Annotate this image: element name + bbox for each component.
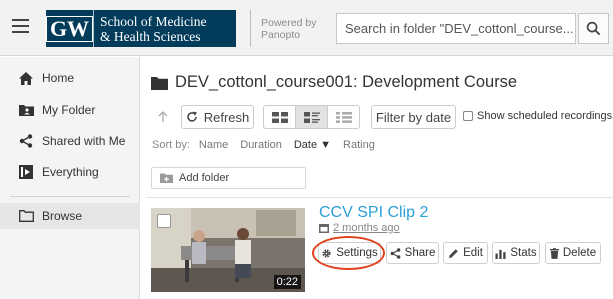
sort-label: Sort by: (152, 139, 190, 151)
session-thumbnail[interactable]: 0:22 (151, 208, 305, 292)
sidebar-item-everything[interactable]: Everything (0, 159, 140, 185)
add-folder-icon (160, 173, 173, 183)
session-select-checkbox[interactable] (157, 214, 171, 228)
calendar-icon (319, 223, 329, 233)
share-icon (18, 133, 34, 149)
sidebar-item-browse[interactable]: Browse (0, 203, 140, 229)
view-grid-button[interactable] (264, 106, 296, 128)
folder-icon (151, 76, 168, 90)
arrow-up-icon (158, 111, 168, 122)
search-input[interactable]: Search in folder "DEV_cottonl_course... (336, 13, 576, 44)
sidebar-item-my-folder[interactable]: My Folder (0, 97, 140, 123)
go-up-button[interactable] (152, 105, 174, 129)
sidebar-item-home[interactable]: Home (0, 65, 140, 91)
home-icon (18, 70, 34, 86)
session-duration: 0:22 (273, 275, 301, 289)
filter-by-date-button[interactable]: Filter by date (371, 105, 456, 129)
bar-chart-icon (495, 248, 506, 259)
powered-by-panopto: Powered by Panopto (250, 10, 316, 47)
top-header: GW School of Medicine & Health Sciences … (0, 0, 613, 56)
folder-outline-icon (18, 208, 34, 224)
media-icon (18, 164, 34, 180)
refresh-button[interactable]: Refresh (181, 105, 254, 129)
view-list-button[interactable] (296, 106, 328, 128)
delete-button[interactable]: Delete (545, 242, 601, 264)
row-divider (146, 197, 613, 198)
search-button[interactable] (578, 13, 609, 44)
list-view-icon (303, 111, 320, 123)
edit-button[interactable]: Edit (443, 242, 488, 264)
logo-line-1: School of Medicine (100, 13, 207, 29)
refresh-icon (187, 111, 197, 122)
view-detail-button[interactable] (328, 106, 359, 128)
page-title: DEV_cottonl_course001: Development Cours… (151, 73, 517, 92)
sidebar-divider (10, 196, 130, 197)
pencil-icon (448, 248, 459, 259)
trash-icon (549, 247, 559, 259)
stats-button[interactable]: Stats (492, 242, 540, 264)
show-scheduled-toggle[interactable]: Show scheduled recordings (463, 110, 612, 122)
sidebar-item-shared-with-me[interactable]: Shared with Me (0, 128, 140, 154)
hamburger-menu-icon[interactable] (12, 19, 29, 33)
gear-icon (321, 248, 332, 259)
share-button[interactable]: Share (386, 242, 439, 264)
sort-by-date[interactable]: Date ▼ (294, 139, 331, 151)
settings-button[interactable]: Settings (318, 242, 381, 264)
search-icon (586, 21, 601, 36)
school-logo[interactable]: GW School of Medicine & Health Sciences (45, 10, 236, 47)
view-mode-toggle (263, 105, 360, 129)
grid-view-icon (271, 111, 288, 123)
detail-view-icon (335, 111, 352, 123)
session-date: 2 months ago (319, 222, 400, 234)
sort-by-rating[interactable]: Rating (343, 139, 375, 151)
gw-logo-mark: GW (45, 10, 94, 47)
scheduled-checkbox[interactable] (463, 111, 473, 121)
logo-text: School of Medicine & Health Sciences (100, 14, 206, 44)
sort-by-duration[interactable]: Duration (240, 139, 282, 151)
sidebar: Home My Folder Shared with Me Everything… (0, 57, 140, 299)
sort-by-name[interactable]: Name (199, 139, 228, 151)
folder-user-icon (18, 102, 34, 118)
logo-line-2: & Health Sciences (100, 28, 201, 44)
add-folder-button[interactable]: Add folder (151, 167, 306, 189)
sort-bar: Sort by: Name Duration Date ▼ Rating (152, 139, 387, 151)
session-title-link[interactable]: CCV SPI Clip 2 (319, 204, 428, 222)
share-icon (390, 247, 401, 259)
